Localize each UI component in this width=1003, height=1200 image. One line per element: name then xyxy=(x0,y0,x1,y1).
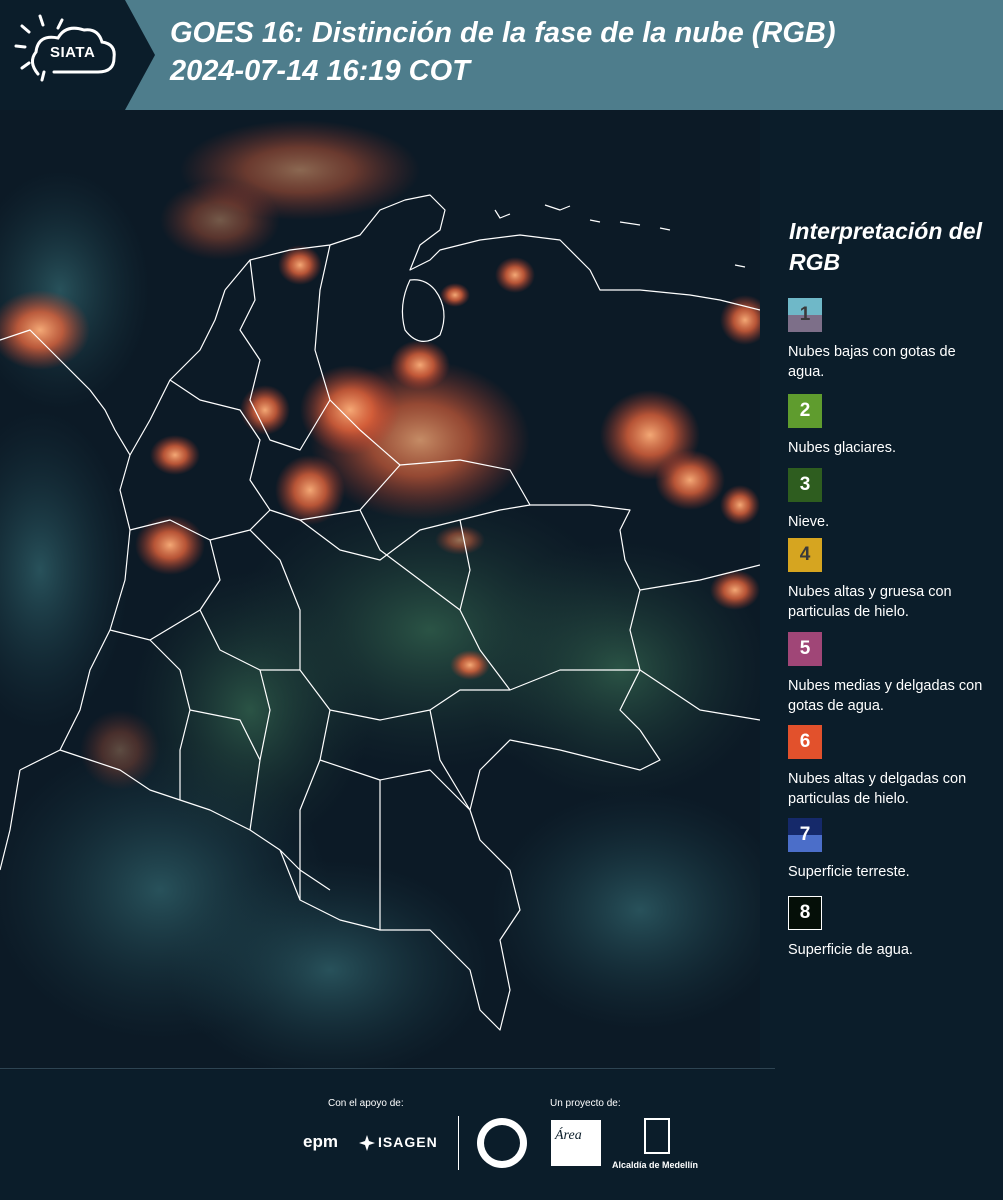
legend-label-8: Superficie de agua. xyxy=(788,942,913,958)
legend-swatch-6: 6 xyxy=(788,725,822,759)
area-metropolitana-logo: Área xyxy=(551,1120,601,1166)
legend-item-4: 4 Nubes altas y gruesa con particulas de… xyxy=(788,538,993,622)
legend-swatch-8: 8 xyxy=(788,896,822,930)
siata-logo-text: SIATA xyxy=(50,44,96,61)
legend-swatch-1: 1 xyxy=(788,298,822,332)
legend-number-8: 8 xyxy=(799,902,811,923)
area-logo-text: Área xyxy=(555,1128,582,1143)
legend-number-4: 4 xyxy=(799,544,811,565)
legend-label-6: Nubes altas y delgadas con particulas de… xyxy=(788,771,967,807)
legend-label-5: Nubes medias y delgadas con gotas de agu… xyxy=(788,678,983,714)
legend-swatch-7: 7 xyxy=(788,818,822,852)
seal-emblem-icon xyxy=(484,1125,520,1161)
legend-swatch-4: 4 xyxy=(788,538,822,572)
siata-logo: SIATA xyxy=(0,0,155,110)
legend-swatch-5: 5 xyxy=(788,632,822,666)
isagen-star-icon xyxy=(359,1135,375,1151)
project-label: Un proyecto de: xyxy=(550,1098,621,1109)
satellite-map xyxy=(0,110,760,1070)
municipal-seal-logo xyxy=(477,1118,527,1168)
legend-number-3: 3 xyxy=(799,474,811,495)
legend-number-2: 2 xyxy=(799,400,811,421)
medellin-shield-icon xyxy=(644,1118,670,1154)
legend-title: Interpretación del RGB xyxy=(789,218,982,275)
legend-item-5: 5 Nubes medias y delgadas con gotas de a… xyxy=(788,632,993,716)
legend-number-1: 1 xyxy=(799,304,811,325)
epm-logo: epm xyxy=(303,1132,338,1151)
medellin-logo-text: Alcaldía de Medellín xyxy=(612,1160,699,1170)
legend-label-1: Nubes bajas con gotas de agua. xyxy=(788,344,956,380)
legend-swatch-2: 2 xyxy=(788,394,822,428)
legend-panel: Interpretación del RGB 1 Nubes bajas con… xyxy=(760,110,1003,1070)
legend-item-1: 1 Nubes bajas con gotas de agua. xyxy=(788,298,993,382)
legend-item-3: 3 Nieve. xyxy=(788,468,993,532)
legend-label-4: Nubes altas y gruesa con particulas de h… xyxy=(788,584,952,620)
footer-separator xyxy=(458,1116,459,1170)
isagen-logo-text: ISAGEN xyxy=(378,1134,438,1150)
header-bar: SIATA GOES 16: Distinción de la fase de … xyxy=(0,0,1003,110)
legend-label-7: Superficie terreste. xyxy=(788,864,910,880)
legend-item-7: 7 Superficie terreste. xyxy=(788,818,993,882)
legend-label-2: Nubes glaciares. xyxy=(788,440,896,456)
legend-item-6: 6 Nubes altas y delgadas con particulas … xyxy=(788,725,993,809)
page-title: GOES 16: Distinción de la fase de la nub… xyxy=(170,17,836,87)
satellite-image xyxy=(0,110,760,1070)
legend-number-6: 6 xyxy=(799,731,811,752)
legend-label-3: Nieve. xyxy=(788,514,830,530)
footer-divider xyxy=(0,1068,775,1069)
support-label: Con el apoyo de: xyxy=(328,1098,404,1109)
legend-item-2: 2 Nubes glaciares. xyxy=(788,394,993,458)
legend-number-7: 7 xyxy=(799,824,811,845)
legend-item-8: 8 Superficie de agua. xyxy=(788,896,993,960)
footer: Con el apoyo de: Un proyecto de: epm ISA… xyxy=(0,1068,1003,1200)
legend-swatch-3: 3 xyxy=(788,468,822,502)
legend-number-5: 5 xyxy=(799,638,811,659)
